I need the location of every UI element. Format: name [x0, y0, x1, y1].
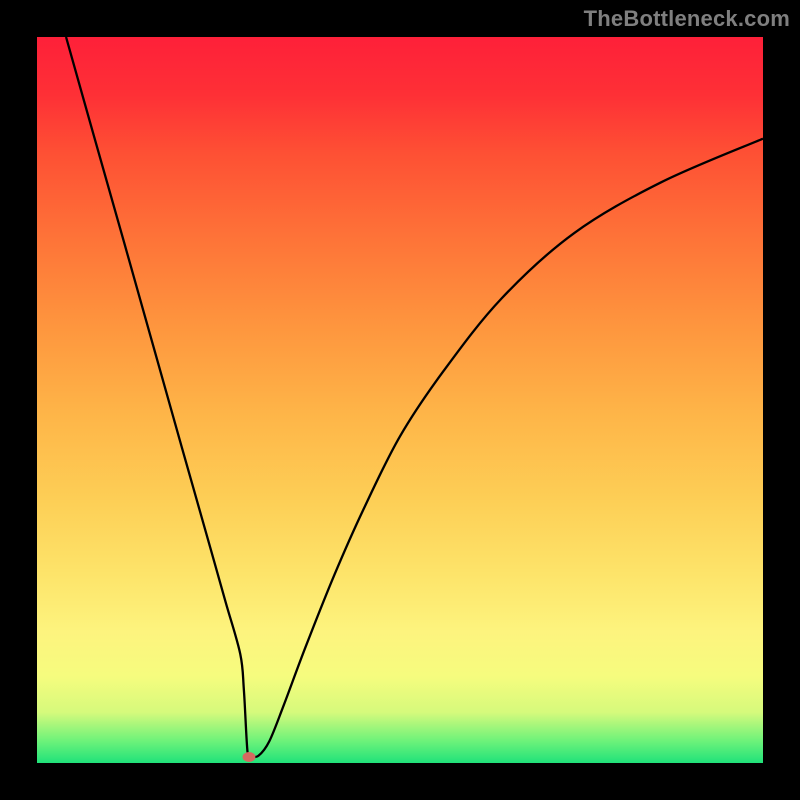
plot-area: [37, 37, 763, 763]
curve-path: [66, 37, 763, 758]
watermark-text: TheBottleneck.com: [584, 6, 790, 32]
chart-frame: TheBottleneck.com: [0, 0, 800, 800]
minimum-marker: [242, 752, 255, 762]
bottleneck-curve: [37, 37, 763, 763]
